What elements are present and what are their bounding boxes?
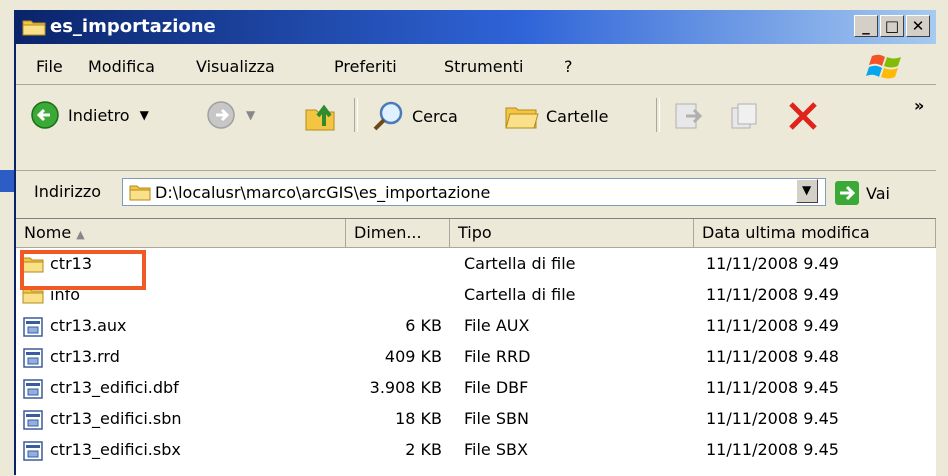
forward-button[interactable]: ▼	[206, 100, 255, 130]
menu-modifica[interactable]: Modifica	[88, 57, 155, 76]
background-window-titlebar	[0, 170, 14, 192]
menu-file[interactable]: File	[36, 57, 63, 76]
toolbar-overflow-button[interactable]: »	[914, 96, 924, 115]
toolbar-separator	[656, 98, 660, 132]
search-icon	[373, 101, 403, 131]
file-size: 6 KB	[405, 316, 442, 335]
column-header-size[interactable]: Dimen...	[346, 219, 450, 247]
menu-help[interactable]: ?	[564, 57, 573, 76]
toolbar-separator-line	[16, 170, 936, 171]
explorer-window: es_importazione _ □ ✕ File Modifica Visu…	[14, 10, 948, 476]
column-header-name[interactable]: Nome ▲	[16, 219, 346, 247]
title-bar[interactable]: es_importazione _ □ ✕	[16, 10, 936, 44]
file-date: 11/11/2008 9.49	[706, 316, 839, 335]
file-date: 11/11/2008 9.45	[706, 440, 839, 459]
chevron-down-icon: ▼	[802, 183, 812, 197]
file-date: 11/11/2008 9.49	[706, 254, 839, 273]
menu-separator	[16, 84, 936, 85]
file-size: 2 KB	[405, 440, 442, 459]
file-row[interactable]: info Cartella di file 11/11/2008 9.49	[16, 280, 936, 311]
toolbar-separator	[354, 98, 358, 132]
file-icon	[22, 347, 44, 373]
address-label: Indirizzo	[34, 182, 102, 201]
file-name: ctr13_edifici.sbn	[50, 409, 182, 428]
back-button[interactable]: Indietro ▼	[30, 100, 149, 130]
file-icon	[22, 378, 44, 404]
menu-bar: File Modifica Visualizza Preferiti Strum…	[16, 48, 936, 84]
back-arrow-icon	[31, 101, 59, 129]
highlight-box	[20, 250, 146, 290]
forward-dropdown-icon[interactable]: ▼	[246, 108, 255, 122]
file-size: 18 KB	[395, 409, 442, 428]
minimize-button[interactable]: _	[854, 15, 878, 37]
file-type: Cartella di file	[464, 254, 576, 273]
address-bar: Indirizzo D:\localusr\marco\arcGIS\es_im…	[16, 172, 936, 212]
file-type: File DBF	[464, 378, 529, 397]
folders-icon	[505, 107, 539, 129]
folder-icon	[129, 185, 151, 201]
file-type: File SBX	[464, 440, 528, 459]
delete-icon[interactable]	[786, 100, 820, 132]
close-button[interactable]: ✕	[906, 15, 930, 37]
search-button[interactable]: Cerca	[372, 100, 458, 132]
file-type: File RRD	[464, 347, 531, 366]
file-row[interactable]: ctr13_edifici.sbn 18 KB File SBN 11/11/2008…	[16, 404, 936, 435]
go-label: Vai	[866, 183, 890, 203]
windows-logo-icon	[866, 54, 901, 79]
file-type: File SBN	[464, 409, 529, 428]
folder-icon	[22, 20, 46, 36]
menu-visualizza[interactable]: Visualizza	[196, 57, 275, 76]
move-to-icon[interactable]	[672, 100, 704, 132]
file-type: Cartella di file	[464, 285, 576, 304]
file-name: ctr13.aux	[50, 316, 127, 335]
address-dropdown-button[interactable]: ▼	[796, 179, 818, 203]
file-row[interactable]: ctr13_edifici.dbf 3.908 KB File DBF 11/11/2…	[16, 373, 936, 404]
file-list: Nome ▲ Dimen... Tipo Data ultima modific…	[16, 218, 936, 476]
folders-button[interactable]: Cartelle	[504, 100, 608, 132]
list-header: Nome ▲ Dimen... Tipo Data ultima modific…	[16, 219, 936, 248]
go-button[interactable]: Vai	[834, 180, 890, 206]
file-size: 3.908 KB	[369, 378, 442, 397]
file-size: 409 KB	[384, 347, 442, 366]
menu-strumenti[interactable]: Strumenti	[444, 57, 523, 76]
column-header-type[interactable]: Tipo	[450, 219, 694, 247]
up-folder-icon[interactable]	[304, 100, 338, 132]
window-title: es_importazione	[50, 16, 216, 37]
address-input[interactable]: D:\localusr\marco\arcGIS\es_importazione	[122, 178, 826, 206]
column-header-date[interactable]: Data ultima modifica	[694, 219, 936, 247]
toolbar: Indietro ▼ ▼ Cerca Cartelle »	[16, 86, 936, 174]
file-row[interactable]: ctr13.aux 6 KB File AUX 11/11/2008 9.49	[16, 311, 936, 342]
file-icon	[22, 409, 44, 435]
go-arrow-icon	[835, 181, 859, 205]
file-date: 11/11/2008 9.45	[706, 378, 839, 397]
file-row[interactable]: ctr13_edifici.sbx 2 KB File SBX 11/11/2008 …	[16, 435, 936, 466]
file-name: ctr13.rrd	[50, 347, 120, 366]
file-icon	[22, 316, 44, 342]
file-date: 11/11/2008 9.49	[706, 285, 839, 304]
forward-arrow-icon	[207, 101, 235, 129]
file-type: File AUX	[464, 316, 530, 335]
menu-preferiti[interactable]: Preferiti	[334, 57, 397, 76]
address-path: D:\localusr\marco\arcGIS\es_importazione	[155, 183, 491, 202]
folders-label: Cartelle	[546, 106, 609, 126]
maximize-button[interactable]: □	[880, 15, 904, 37]
file-date: 11/11/2008 9.48	[706, 347, 839, 366]
background-window	[0, 162, 15, 475]
file-row[interactable]: ctr13 Cartella di file 11/11/2008 9.49	[16, 249, 936, 280]
back-label: Indietro	[68, 105, 130, 125]
file-date: 11/11/2008 9.45	[706, 409, 839, 428]
file-row[interactable]: ctr13.rrd 409 KB File RRD 11/11/2008 9.48	[16, 342, 936, 373]
search-label: Cerca	[412, 106, 458, 126]
file-name: ctr13_edifici.dbf	[50, 378, 179, 397]
back-dropdown-icon[interactable]: ▼	[140, 108, 149, 122]
copy-to-icon[interactable]	[728, 100, 760, 132]
sort-ascending-icon: ▲	[76, 228, 85, 241]
file-icon	[22, 440, 44, 466]
file-name: ctr13_edifici.sbx	[50, 440, 181, 459]
